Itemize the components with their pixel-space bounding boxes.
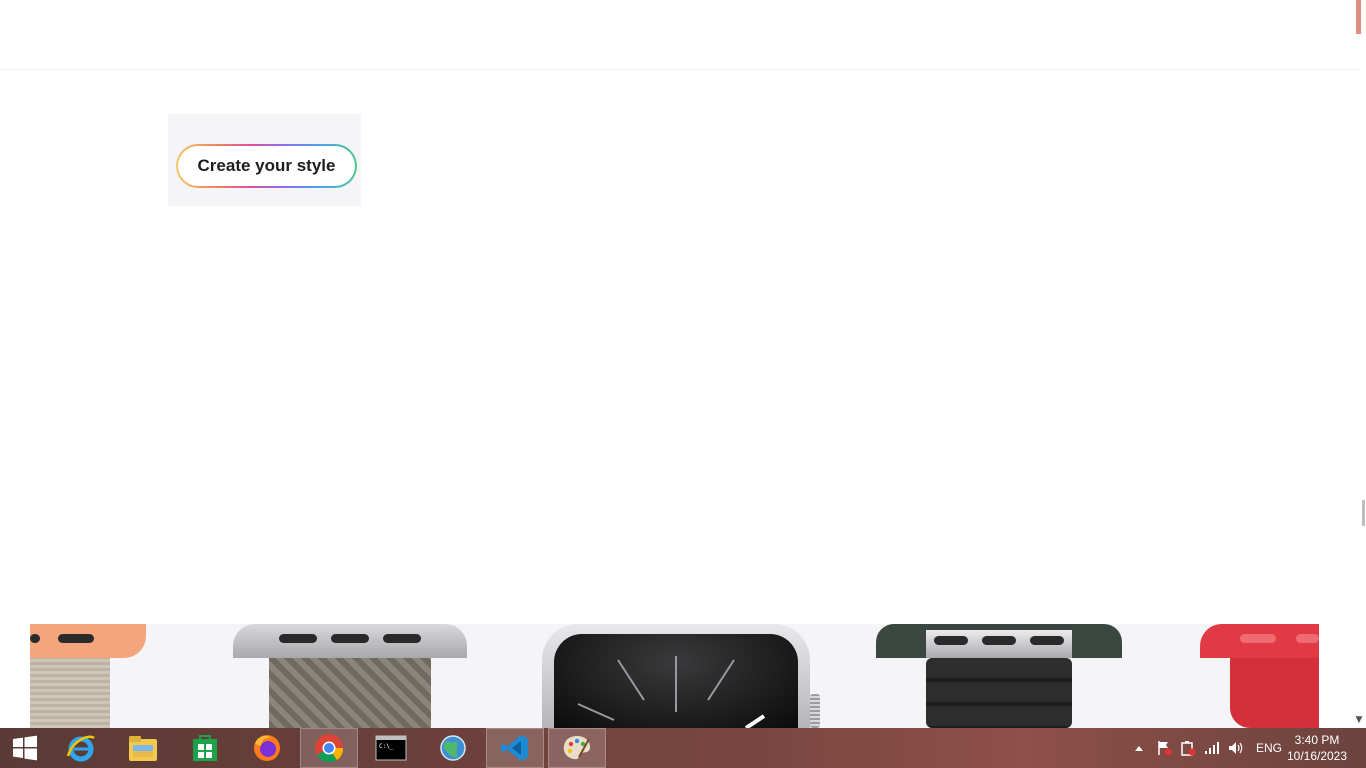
taskbar-command-prompt[interactable]: C:\_ [362, 728, 420, 768]
band-slot [279, 634, 317, 643]
watch-case[interactable] [542, 624, 822, 728]
digital-crown [810, 694, 820, 728]
globe-icon [440, 735, 466, 761]
vertical-scrollbar[interactable] [1361, 70, 1366, 728]
taskbar-store[interactable] [176, 728, 234, 768]
band-woven-orange[interactable] [30, 624, 150, 728]
battery-alert-icon [1181, 741, 1196, 756]
band-body [1230, 658, 1319, 728]
create-your-style-label: Create your style [178, 146, 355, 186]
taskbar-file-explorer[interactable] [114, 728, 172, 768]
taskbar-vscode[interactable] [486, 728, 544, 768]
band-slot [934, 636, 968, 645]
band-slot [58, 634, 94, 643]
create-your-style-button[interactable]: Create your style [176, 144, 357, 188]
clock-date: 10/16/2023 [1286, 749, 1348, 763]
scroll-down-arrow-icon[interactable]: ▼ [1353, 714, 1365, 726]
speaker-icon [1229, 742, 1243, 754]
band-slot [1240, 634, 1276, 643]
band-slot [982, 636, 1016, 645]
windows-logo-icon [13, 735, 37, 761]
chrome-icon [315, 734, 344, 763]
palette-icon [563, 736, 590, 760]
signal-bars-icon [1205, 742, 1219, 754]
taskbar-network-app[interactable] [424, 728, 482, 768]
band-body [926, 658, 1072, 728]
language-indicator[interactable]: ENG [1252, 728, 1286, 768]
svg-text:C:\_: C:\_ [379, 743, 394, 750]
watch-bands-strip [30, 624, 1319, 728]
vscode-icon [501, 735, 528, 761]
header-accent [1356, 0, 1361, 34]
watch-face-ticks [577, 656, 766, 728]
band-sport-red[interactable] [1200, 624, 1319, 728]
taskbar-internet-explorer[interactable] [52, 728, 110, 768]
clock-time: 3:40 PM [1294, 733, 1340, 747]
band-slot [1296, 634, 1319, 643]
taskbar-paint[interactable] [548, 728, 606, 768]
network-tray[interactable] [1202, 728, 1222, 768]
internet-explorer-icon [66, 735, 95, 762]
cta-panel: Create your style [168, 114, 361, 206]
start-button[interactable] [0, 728, 50, 768]
folder-icon [129, 736, 157, 761]
power-tray[interactable] [1178, 728, 1198, 768]
band-slot [30, 634, 40, 643]
firefox-icon [254, 735, 280, 761]
taskbar-clock[interactable]: 3:40 PM 10/16/2023 [1282, 732, 1352, 764]
band-braided-gray[interactable] [233, 624, 467, 728]
band-body [269, 658, 431, 728]
show-hidden-icons-button[interactable] [1130, 728, 1148, 768]
taskbar-firefox[interactable] [238, 728, 296, 768]
watch-display [554, 634, 798, 728]
browser-viewport: Create your style ▼ [0, 0, 1366, 728]
band-body [30, 658, 110, 728]
band-slot [331, 634, 369, 643]
scrollbar-thumb[interactable] [1362, 500, 1365, 526]
flag-alert-icon [1158, 741, 1172, 756]
terminal-icon: C:\_ [375, 735, 407, 761]
band-slot [1030, 636, 1064, 645]
chevron-up-icon [1135, 746, 1143, 751]
band-leather-link-green[interactable] [876, 624, 1122, 728]
volume-tray[interactable] [1226, 728, 1246, 768]
action-center-tray[interactable] [1154, 728, 1174, 768]
band-slot [383, 634, 421, 643]
store-icon [193, 735, 217, 761]
windows-taskbar: C:\_ ENG 3:40 PM 10/16/2023 [0, 728, 1366, 768]
page-header [0, 0, 1361, 70]
taskbar-chrome[interactable] [300, 728, 358, 768]
